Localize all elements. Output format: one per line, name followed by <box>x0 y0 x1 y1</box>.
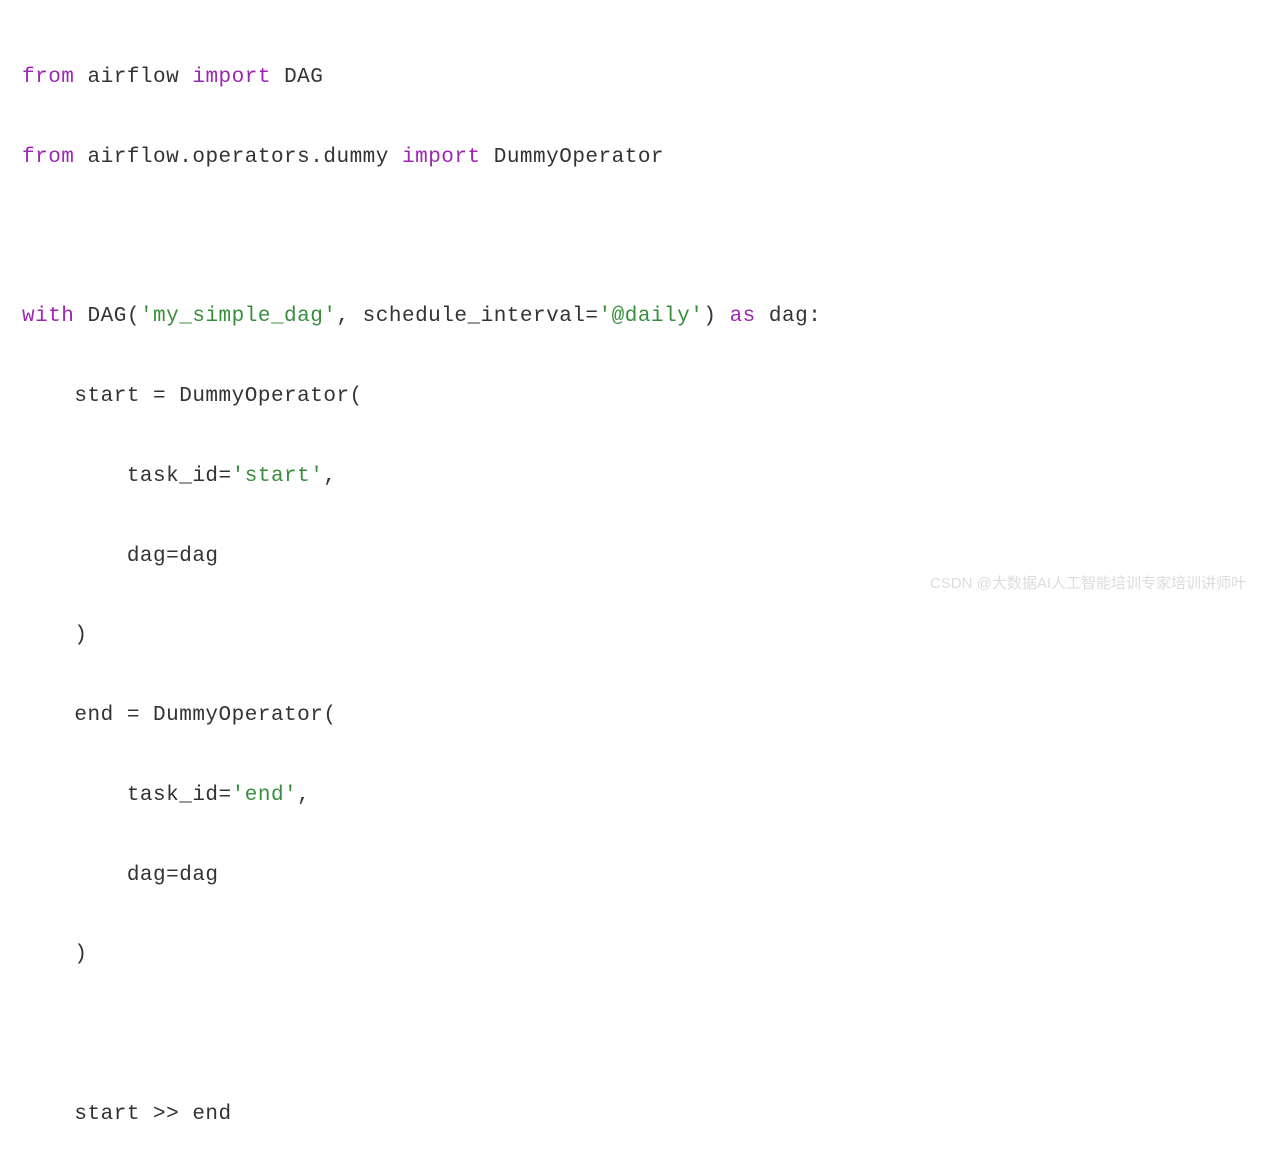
code-line: from airflow.operators.dummy import Dumm… <box>22 138 1244 178</box>
code-text: airflow.operators.dummy <box>74 146 402 169</box>
string-literal: '@daily' <box>599 305 704 328</box>
code-text: task_id= <box>22 465 232 488</box>
keyword-with: with <box>22 305 74 328</box>
code-line: dag=dag <box>22 856 1244 896</box>
code-text: DummyOperator <box>481 146 664 169</box>
code-text: task_id= <box>22 784 232 807</box>
code-text: ) <box>22 943 88 966</box>
code-text: , schedule_interval= <box>336 305 598 328</box>
code-text: DAG <box>271 66 323 89</box>
code-text: airflow <box>74 66 192 89</box>
code-text: end = DummyOperator( <box>22 704 336 727</box>
code-text: DAG( <box>74 305 140 328</box>
code-line: start = DummyOperator( <box>22 377 1244 417</box>
keyword-as: as <box>730 305 756 328</box>
code-text: ) <box>703 305 729 328</box>
keyword-from: from <box>22 146 74 169</box>
code-text: dag=dag <box>22 545 219 568</box>
code-text: , <box>297 784 310 807</box>
code-line: ) <box>22 616 1244 656</box>
code-line: ) <box>22 935 1244 975</box>
code-text: start = DummyOperator( <box>22 385 363 408</box>
code-line-blank <box>22 217 1244 257</box>
string-literal: 'start' <box>232 465 324 488</box>
code-line: task_id='start', <box>22 457 1244 497</box>
keyword-import: import <box>402 146 481 169</box>
code-text: ) <box>22 624 88 647</box>
code-text: dag=dag <box>22 864 219 887</box>
keyword-import: import <box>192 66 271 89</box>
string-literal: 'my_simple_dag' <box>140 305 337 328</box>
string-literal: 'end' <box>232 784 298 807</box>
keyword-from: from <box>22 66 74 89</box>
code-text: dag: <box>756 305 822 328</box>
code-line: with DAG('my_simple_dag', schedule_inter… <box>22 297 1244 337</box>
code-text: , <box>323 465 336 488</box>
code-line: task_id='end', <box>22 776 1244 816</box>
code-line-blank <box>22 1015 1244 1055</box>
code-line: from airflow import DAG <box>22 58 1244 98</box>
code-text: start >> end <box>22 1103 232 1126</box>
watermark-text: CSDN @大数据AI人工智能培训专家培训讲师叶 <box>930 570 1246 599</box>
code-line: start >> end <box>22 1095 1244 1135</box>
code-line: end = DummyOperator( <box>22 696 1244 736</box>
